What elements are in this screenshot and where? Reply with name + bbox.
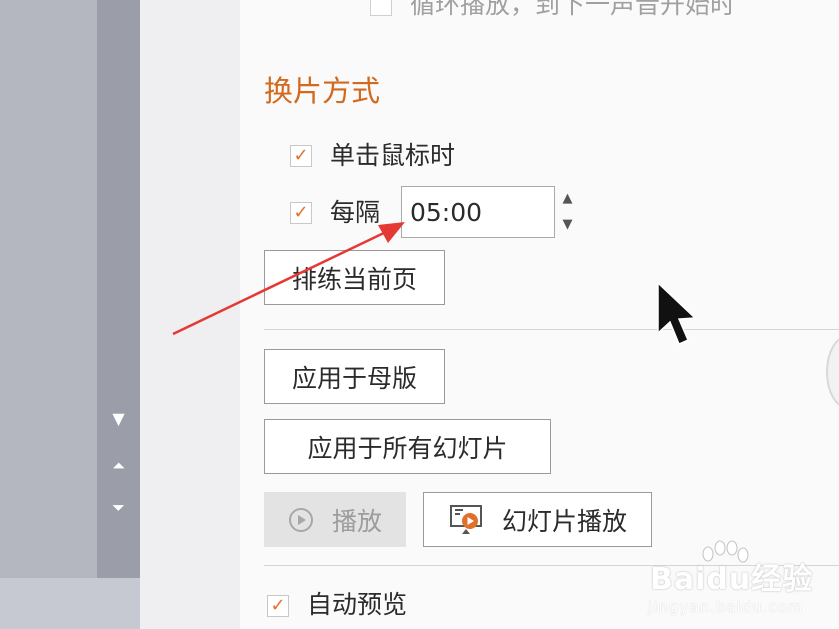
watermark-brand: Baidu经验	[650, 562, 814, 597]
section-title-advance-slide: 换片方式	[264, 74, 381, 108]
page-up-button[interactable]: ⏶	[97, 456, 140, 476]
auto-preview-label: 自动预览	[307, 590, 408, 619]
divider	[264, 329, 839, 330]
interval-spinner: ▲ ▼	[555, 186, 580, 238]
thumbnail-scrollbar[interactable]: ▼ ⏶ ⏷	[97, 0, 140, 578]
baidu-watermark: Baidu经验 jingyan.baidu.com	[642, 540, 837, 625]
every-interval-label: 每隔	[330, 198, 381, 227]
interval-time-input[interactable]	[410, 196, 545, 228]
spin-up-icon[interactable]: ▲	[555, 186, 580, 212]
panel-gutter	[140, 0, 240, 629]
play-circle-icon	[288, 507, 314, 533]
slideshow-play-icon	[448, 503, 484, 537]
auto-preview-checkbox[interactable]: ✓	[267, 595, 289, 617]
apply-to-all-slides-button[interactable]: 应用于所有幻灯片	[264, 419, 551, 474]
page-down-button[interactable]: ⏷	[97, 498, 140, 518]
interval-time-field	[401, 186, 555, 238]
every-interval-checkbox[interactable]: ✓	[290, 202, 312, 224]
on-mouse-click-checkbox[interactable]: ✓	[290, 145, 312, 167]
slideshow-play-label: 幻灯片播放	[501, 506, 627, 536]
spin-down-icon[interactable]: ▼	[555, 212, 580, 238]
loop-until-next-sound-checkbox[interactable]: ✓	[370, 0, 392, 16]
watermark-url: jingyan.baidu.com	[648, 598, 804, 616]
checkbox-check-icon: ✓	[293, 202, 309, 223]
checkbox-check-icon: ✓	[270, 595, 286, 616]
on-mouse-click-label: 单击鼠标时	[330, 141, 456, 170]
rehearse-current-page-button[interactable]: 排练当前页	[264, 250, 445, 305]
scroll-down-button[interactable]: ▼	[97, 409, 140, 429]
loop-until-next-sound-label: 循环播放，到下一声音开始时	[410, 0, 736, 19]
slide-thumbnail-pane	[0, 0, 97, 578]
slide-pane-footer	[0, 578, 140, 629]
checkbox-check-icon: ✓	[293, 145, 309, 166]
play-button-label: 播放	[331, 506, 382, 536]
checkbox-check-icon: ✓	[373, 0, 388, 15]
play-button[interactable]: 播放	[264, 492, 406, 547]
slideshow-play-button[interactable]: 幻灯片播放	[423, 492, 652, 547]
apply-to-master-button[interactable]: 应用于母版	[264, 349, 445, 404]
